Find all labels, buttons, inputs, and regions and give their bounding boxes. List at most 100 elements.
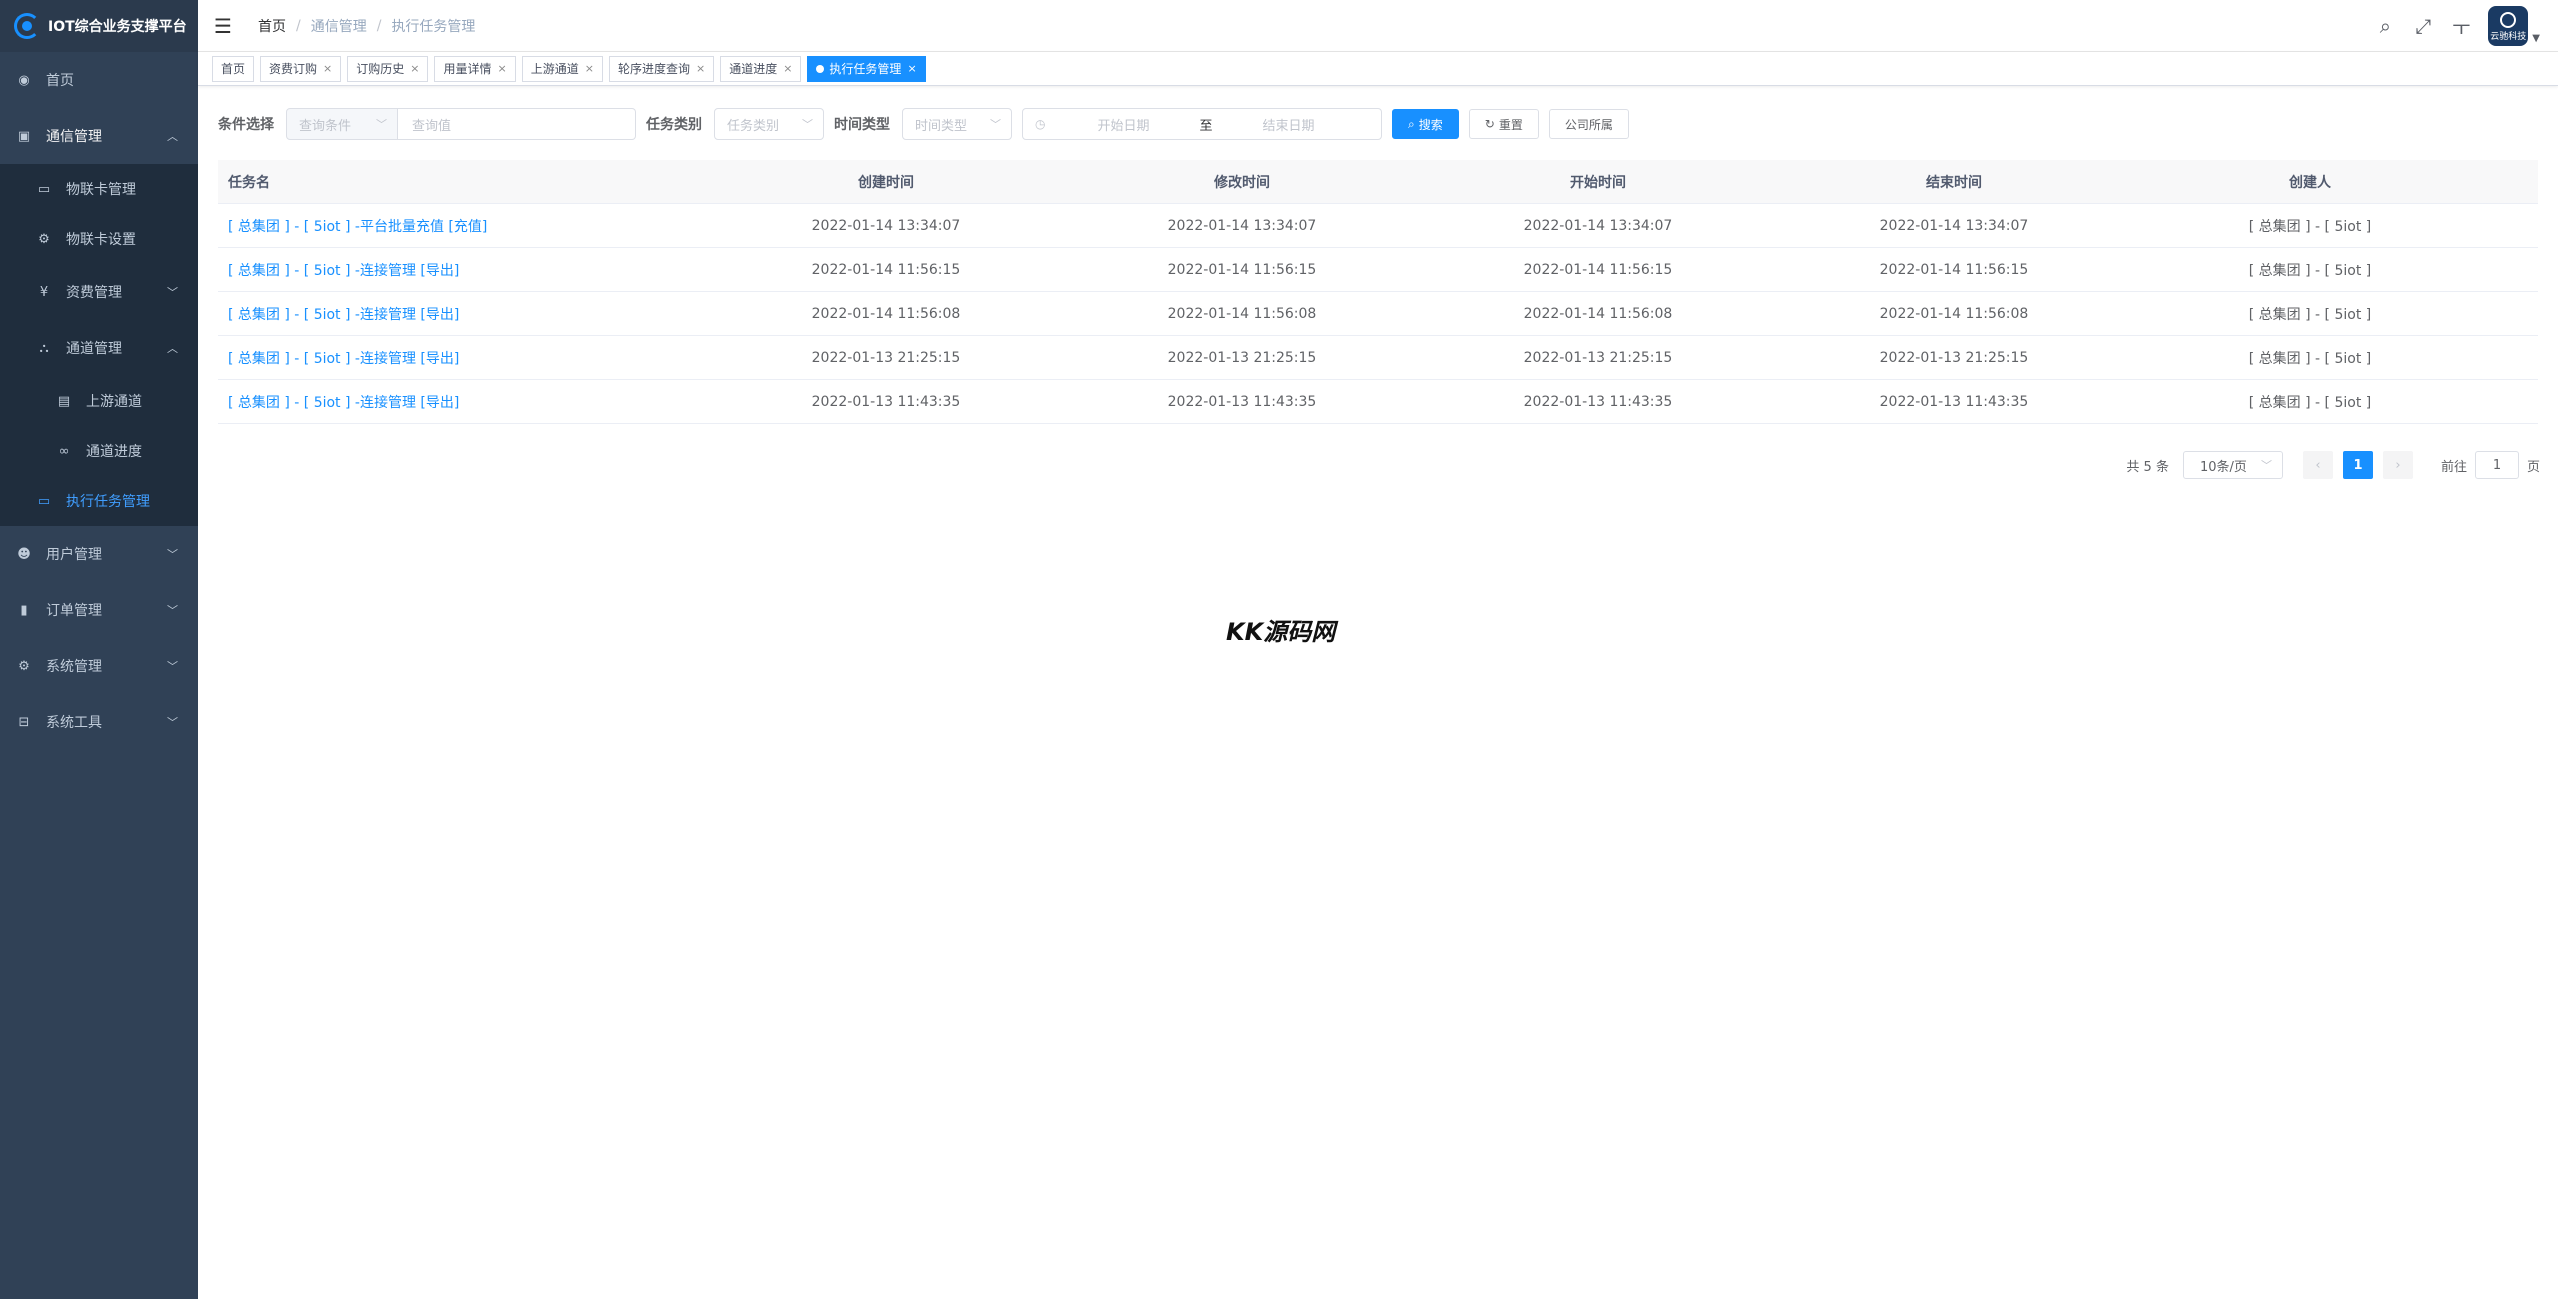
value-input[interactable]: 查询值	[398, 108, 636, 140]
filter-bar: 条件选择 查询条件 ﹀ 查询值 任务类别 任务类别 ﹀ 时间类型 时间类型 ﹀ …	[218, 108, 1629, 140]
toolbox-icon: ⊟	[18, 714, 30, 730]
tag-order-history[interactable]: 订购历史 ×	[347, 55, 429, 82]
sidebar-item-communication[interactable]: ▣ 通信管理 ︿	[0, 108, 198, 164]
tag-tariff-order[interactable]: 资费订购 ×	[260, 55, 342, 82]
sidebar-item-tariff[interactable]: ¥ 资费管理 ﹀	[0, 264, 198, 320]
date-range-picker[interactable]: ◷ 开始日期 至 结束日期	[1022, 108, 1382, 140]
sidebar-item-channel-progress[interactable]: ∞ 通道进度	[0, 426, 198, 476]
avatar[interactable]: 云驰科技	[2488, 6, 2529, 46]
created-cell: 2022-01-13 21:25:15	[811, 349, 961, 366]
dashboard-icon: ◉	[18, 72, 30, 88]
tag-home[interactable]: 首页	[212, 55, 255, 82]
sidebar-item-iot-card-settings[interactable]: ⚙ 物联卡设置	[0, 214, 198, 264]
page-suffix: 页	[2526, 459, 2540, 475]
search-button[interactable]: ⌕ 搜索	[1392, 109, 1459, 139]
sidebar-item-users[interactable]: ☻ 用户管理 ﹀	[0, 526, 198, 582]
th-created: 创建时间	[858, 174, 914, 191]
company-button[interactable]: 公司所属	[1548, 109, 1629, 139]
user-icon: ☻	[17, 546, 31, 562]
close-icon[interactable]: ×	[323, 62, 332, 75]
th-start: 开始时间	[1570, 174, 1626, 191]
chevron-down-icon: ﹀	[167, 604, 178, 617]
goto-input[interactable]	[2474, 451, 2519, 479]
end-cell: 2022-01-14 11:56:08	[1879, 305, 2029, 322]
menu-toggle-icon[interactable]: ☰	[214, 14, 238, 38]
sidebar-item-task-manage[interactable]: ▭ 执行任务管理	[0, 476, 198, 526]
type-label: 任务类别	[646, 117, 702, 133]
breadcrumb: 首页 / 通信管理 / 执行任务管理	[258, 16, 475, 36]
brand[interactable]: IOT综合业务支撑平台	[0, 0, 198, 52]
task-name-link[interactable]: [ 总集团 ] - [ 5iot ] -连接管理 [导出]	[218, 348, 708, 368]
close-icon[interactable]: ×	[907, 62, 916, 75]
task-name-link[interactable]: [ 总集团 ] - [ 5iot ] -连接管理 [导出]	[218, 260, 708, 280]
close-icon[interactable]: ×	[696, 62, 705, 75]
modified-cell: 2022-01-13 11:43:35	[1167, 393, 1317, 410]
page-number-button[interactable]: 1	[2342, 451, 2373, 479]
clock-icon: ◷	[1035, 117, 1046, 131]
logo-icon	[14, 13, 40, 39]
sidebar-item-orders[interactable]: ▮ 订单管理 ﹀	[0, 582, 198, 638]
start-cell: 2022-01-13 11:43:35	[1523, 393, 1673, 410]
refresh-icon: ↻	[1484, 117, 1495, 131]
fullscreen-icon[interactable]: ⤢	[2412, 14, 2434, 38]
task-name-link[interactable]: [ 总集团 ] - [ 5iot ] -连接管理 [导出]	[218, 304, 708, 324]
next-page-button[interactable]: ›	[2382, 451, 2413, 479]
reset-button[interactable]: ↻ 重置	[1468, 109, 1539, 139]
close-icon[interactable]: ×	[410, 62, 419, 75]
breadcrumb-separator: /	[296, 17, 301, 34]
time-type-select[interactable]: 时间类型 ﹀	[902, 108, 1012, 140]
tag-rotation-progress[interactable]: 轮序进度查询 ×	[608, 55, 715, 82]
table-row: [ 总集团 ] - [ 5iot ] -连接管理 [导出] 2022-01-13…	[218, 380, 2538, 424]
breadcrumb-home[interactable]: 首页	[258, 16, 286, 36]
task-name-link[interactable]: [ 总集团 ] - [ 5iot ] -连接管理 [导出]	[218, 392, 708, 412]
task-table: 任务名 创建时间 修改时间 开始时间 结束时间 创建人 [ 总集团 ] - [ …	[218, 160, 2538, 424]
sidebar-item-tools[interactable]: ⊟ 系统工具 ﹀	[0, 694, 198, 750]
modified-cell: 2022-01-13 21:25:15	[1167, 349, 1317, 366]
sidebar-item-iot-card[interactable]: ▭ 物联卡管理	[0, 164, 198, 214]
tags-view: 首页 资费订购 × 订购历史 × 用量详情 × 上游通道 × 轮序进度查询 × 通道进度 ×…	[198, 52, 2558, 86]
card-icon: ▭	[37, 181, 51, 197]
sidebar-item-upstream[interactable]: ▤ 上游通道	[0, 376, 198, 426]
th-creator: 创建人	[2289, 174, 2331, 191]
type-select[interactable]: 任务类别 ﹀	[714, 108, 824, 140]
task-name-link[interactable]: [ 总集团 ] - [ 5iot ] -平台批量充值 [充值]	[218, 216, 708, 236]
th-modified: 修改时间	[1214, 174, 1270, 191]
close-icon[interactable]: ×	[585, 62, 594, 75]
prev-page-button[interactable]: ‹	[2302, 451, 2333, 479]
created-cell: 2022-01-13 11:43:35	[811, 393, 961, 410]
chevron-down-icon: ﹀	[167, 660, 178, 673]
tag-usage-detail[interactable]: 用量详情 ×	[434, 55, 516, 82]
tag-task-manage[interactable]: 执行任务管理 ×	[807, 55, 926, 82]
watermark: KK源码网	[1226, 618, 1336, 646]
sidebar-item-home[interactable]: ◉ 首页	[0, 52, 198, 108]
search-icon[interactable]: ⌕	[2374, 14, 2396, 38]
table-row: [ 总集团 ] - [ 5iot ] -平台批量充值 [充值] 2022-01-…	[218, 204, 2538, 248]
table-header: 任务名 创建时间 修改时间 开始时间 结束时间 创建人	[218, 160, 2538, 204]
active-dot-icon	[816, 64, 825, 73]
chevron-down-icon: ﹀	[167, 716, 178, 729]
end-cell: 2022-01-13 21:25:15	[1879, 349, 2029, 366]
caret-down-icon[interactable]: ▼	[2532, 33, 2540, 44]
cond-select[interactable]: 查询条件 ﹀	[286, 108, 398, 140]
tag-channel-progress[interactable]: 通道进度 ×	[720, 55, 802, 82]
close-icon[interactable]: ×	[498, 62, 507, 75]
th-task-name: 任务名	[228, 174, 270, 191]
close-icon[interactable]: ×	[783, 62, 792, 75]
search-icon: ⌕	[1408, 116, 1415, 131]
sidebar: IOT综合业务支撑平台 ◉ 首页 ▣ 通信管理 ︿ ▭ 物联卡管理 ⚙ 物联卡设…	[0, 0, 198, 1299]
breadcrumb-separator: /	[376, 17, 382, 34]
breadcrumb-communication: 通信管理	[310, 18, 367, 35]
created-cell: 2022-01-14 11:56:15	[811, 261, 961, 278]
goto-label: 前往	[2440, 459, 2467, 475]
font-size-icon[interactable]: ㅜ	[2450, 12, 2472, 41]
page-size-select[interactable]: 10条/页 ﹀	[2182, 451, 2283, 479]
table-row: [ 总集团 ] - [ 5iot ] -连接管理 [导出] 2022-01-14…	[218, 248, 2538, 292]
chart-icon: ▮	[20, 602, 28, 618]
table-row: [ 总集团 ] - [ 5iot ] -连接管理 [导出] 2022-01-14…	[218, 292, 2538, 336]
end-date[interactable]: 结束日期	[1263, 115, 1315, 134]
money-icon: ¥	[39, 284, 49, 300]
tag-upstream[interactable]: 上游通道 ×	[521, 55, 603, 82]
sidebar-item-channel[interactable]: ⛬ 通道管理 ︿	[0, 320, 198, 376]
start-date[interactable]: 开始日期	[1097, 115, 1149, 134]
sidebar-item-system[interactable]: ⚙ 系统管理 ﹀	[0, 638, 198, 694]
